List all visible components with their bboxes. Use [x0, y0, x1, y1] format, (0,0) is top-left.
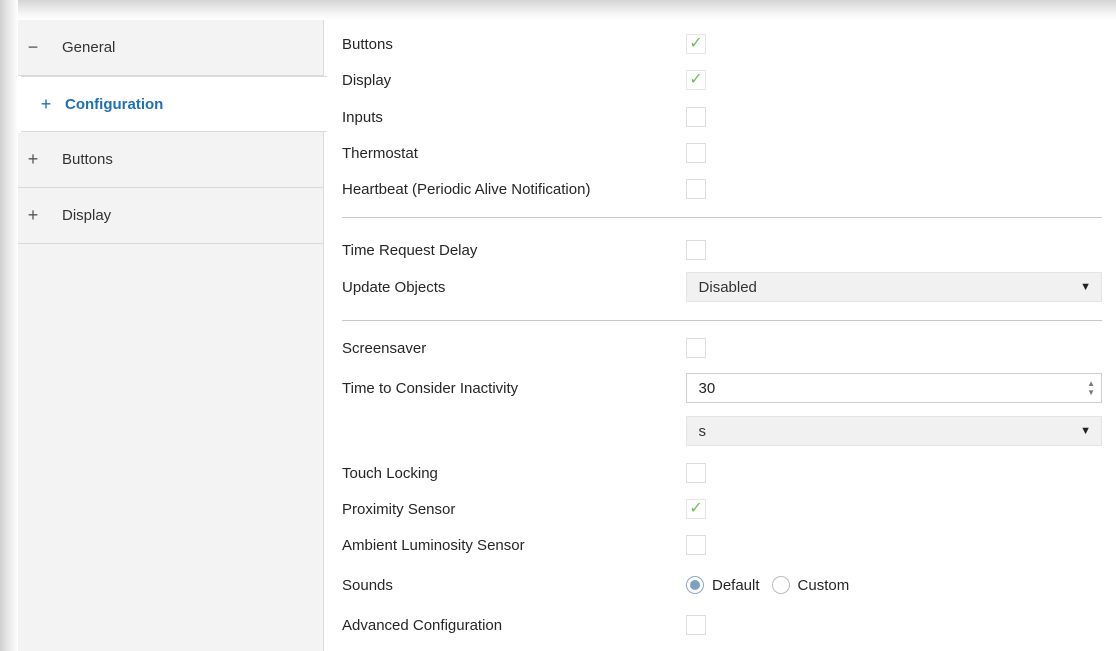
select-value: Disabled: [698, 278, 757, 296]
sidebar-item-label: General: [62, 39, 116, 56]
screensaver-checkbox[interactable]: [686, 338, 706, 358]
setting-row-buttons: Buttons ✓: [342, 30, 1102, 58]
setting-label: Proximity Sensor: [342, 500, 456, 518]
proximity-checkbox[interactable]: ✓: [686, 499, 706, 519]
minus-icon: −: [27, 37, 39, 57]
sidebar: − General + Configuration + Buttons + Di…: [18, 20, 327, 651]
setting-row-ambient: Ambient Luminosity Sensor: [342, 531, 1102, 559]
setting-label: Thermostat: [342, 144, 418, 162]
setting-label: Update Objects: [342, 278, 446, 296]
buttons-checkbox[interactable]: ✓: [686, 34, 706, 54]
sidebar-item-buttons[interactable]: + Buttons: [18, 132, 323, 188]
inactivity-unit-select[interactable]: s ▼: [685, 416, 1102, 446]
heartbeat-checkbox[interactable]: [686, 179, 706, 199]
caret-down-icon: ▼: [1080, 425, 1091, 437]
select-value: s: [698, 422, 707, 440]
window-shadow-top: [0, 0, 1116, 20]
radio-dot: [690, 580, 700, 590]
setting-row-heartbeat: Heartbeat (Periodic Alive Notification): [342, 175, 1102, 203]
setting-label: Advanced Configuration: [342, 616, 503, 634]
setting-label: Sounds: [342, 576, 393, 594]
check-icon: ✓: [689, 35, 703, 52]
plus-icon: +: [27, 205, 39, 225]
setting-row-inactivity: Time to Consider Inactivity 30 ▲ ▼: [342, 373, 1102, 403]
advanced-checkbox[interactable]: [686, 615, 706, 635]
setting-label: Display: [342, 71, 392, 89]
setting-label: Buttons: [342, 35, 393, 53]
radio-label[interactable]: Default: [712, 577, 760, 594]
sounds-radio-default[interactable]: [686, 576, 704, 594]
time-request-delay-checkbox[interactable]: [686, 240, 706, 260]
check-icon: ✓: [689, 71, 703, 88]
section-divider: [342, 217, 1102, 218]
setting-label: Touch Locking: [342, 464, 438, 482]
plus-icon: +: [27, 149, 39, 169]
setting-label: Time Request Delay: [342, 241, 478, 259]
ambient-checkbox[interactable]: [686, 535, 706, 555]
window-frame: − General + Configuration + Buttons + Di…: [0, 0, 1116, 651]
sounds-radio-group: Default Custom: [686, 576, 861, 594]
setting-row-thermostat: Thermostat: [342, 139, 1102, 167]
spin-down-icon[interactable]: ▼: [1087, 388, 1095, 397]
setting-label: Inputs: [342, 108, 383, 126]
setting-row-advanced: Advanced Configuration: [342, 611, 1102, 639]
setting-row-inactivity-unit: s ▼: [342, 416, 1102, 446]
setting-label: Screensaver: [342, 339, 427, 357]
sidebar-item-label: Buttons: [62, 151, 113, 168]
setting-row-touch-locking: Touch Locking: [342, 459, 1102, 487]
inactivity-number-input[interactable]: 30 ▲ ▼: [685, 373, 1102, 403]
section-divider: [342, 320, 1102, 321]
sidebar-item-display[interactable]: + Display: [18, 188, 323, 244]
plus-icon: +: [40, 93, 52, 114]
number-value: 30: [698, 379, 716, 397]
thermostat-checkbox[interactable]: [686, 143, 706, 163]
touch-locking-checkbox[interactable]: [686, 463, 706, 483]
sidebar-item-general[interactable]: − General: [18, 20, 323, 76]
setting-row-update-objects: Update Objects Disabled ▼: [342, 272, 1102, 302]
inputs-checkbox[interactable]: [686, 107, 706, 127]
setting-label: Heartbeat (Periodic Alive Notification): [342, 180, 591, 198]
caret-down-icon: ▼: [1080, 281, 1091, 293]
radio-label[interactable]: Custom: [798, 577, 850, 594]
sounds-radio-custom[interactable]: [771, 576, 790, 594]
spin-up-icon[interactable]: ▲: [1087, 379, 1095, 388]
settings-panel: Buttons ✓ Display ✓ Inputs Thermostat He…: [324, 20, 1116, 651]
setting-row-time-request-delay: Time Request Delay: [342, 236, 1102, 264]
sidebar-item-label: Display: [62, 207, 112, 224]
setting-row-sounds: Sounds Default Custom: [342, 571, 1102, 599]
window-shadow-left: [0, 0, 18, 651]
setting-row-inputs: Inputs: [342, 103, 1102, 131]
check-icon: ✓: [689, 500, 703, 517]
setting-row-screensaver: Screensaver: [342, 334, 1102, 362]
setting-label: Time to Consider Inactivity: [342, 379, 519, 397]
setting-label: Ambient Luminosity Sensor: [342, 536, 525, 554]
setting-row-display: Display ✓: [342, 66, 1102, 94]
sidebar-item-label: Configuration: [65, 95, 164, 113]
update-objects-select[interactable]: Disabled ▼: [685, 272, 1102, 302]
display-checkbox[interactable]: ✓: [686, 70, 706, 90]
sidebar-item-configuration[interactable]: + Configuration: [18, 76, 327, 133]
spin-buttons[interactable]: ▲ ▼: [1087, 379, 1095, 397]
setting-row-proximity: Proximity Sensor ✓: [342, 495, 1102, 523]
